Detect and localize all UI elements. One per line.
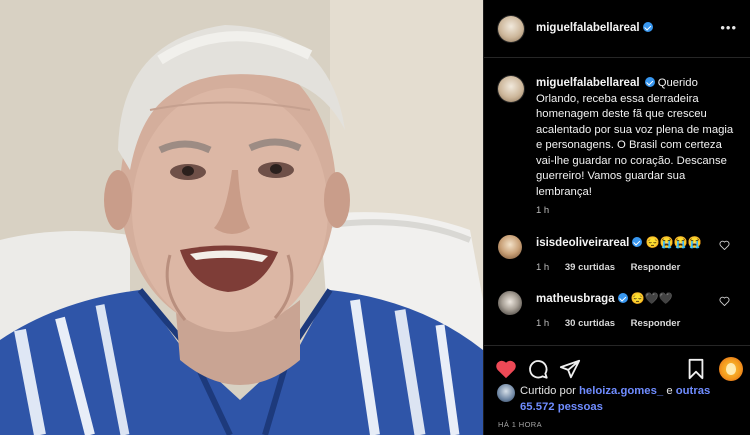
- comment-body: isisdeoliveirareal 😔😭😭😭: [536, 236, 702, 249]
- caption: miguelfalabellareal Querido Orlando, rec…: [536, 76, 736, 200]
- comment-likes[interactable]: 30 curtidas: [565, 318, 615, 329]
- caption-author-avatar[interactable]: [498, 76, 524, 102]
- comment-likes[interactable]: 39 curtidas: [565, 262, 615, 273]
- more-icon[interactable]: •••: [720, 21, 737, 34]
- likes-summary: Curtido por heloiza.gomes_ e outras 65.5…: [520, 384, 745, 415]
- comment-body: matheusbraga 😔🖤🖤: [536, 292, 673, 305]
- comment-author[interactable]: isisdeoliveirareal: [536, 237, 629, 249]
- caption-author[interactable]: miguelfalabellareal: [536, 77, 640, 89]
- post-panel: miguelfalabellareal ••• miguelfalabellar…: [483, 0, 750, 435]
- likes-prefix: Curtido por: [520, 385, 576, 397]
- reply-button[interactable]: Responder: [631, 262, 681, 273]
- post-time[interactable]: HÁ 1 HORA: [498, 420, 542, 429]
- comment-text: 😔😭😭😭: [645, 237, 702, 249]
- commenter-avatar[interactable]: [498, 291, 522, 315]
- comment-like-heart-icon[interactable]: [719, 296, 730, 306]
- author-username[interactable]: miguelfalabellareal: [536, 22, 640, 34]
- verified-icon: [642, 22, 653, 32]
- comment-time[interactable]: 1 h: [536, 318, 549, 329]
- verified-icon: [632, 237, 643, 247]
- likes-joiner: e: [666, 385, 673, 397]
- bookmark-icon[interactable]: [685, 358, 707, 380]
- post-header: miguelfalabellareal •••: [484, 0, 750, 58]
- elderly-man-photo: [0, 0, 483, 435]
- reply-button[interactable]: Responder: [631, 318, 681, 329]
- sticker-icon[interactable]: [719, 357, 743, 381]
- comment-text: 😔🖤🖤: [630, 293, 673, 305]
- comment-like-heart-icon[interactable]: [719, 240, 730, 250]
- comment-time[interactable]: 1 h: [536, 262, 549, 273]
- heart-icon[interactable]: [495, 358, 517, 380]
- comment-icon[interactable]: [527, 358, 549, 380]
- comment-meta: 1 h 30 curtidas Responder: [536, 318, 693, 329]
- verified-icon: [644, 77, 655, 87]
- comment-author[interactable]: matheusbraga: [536, 293, 615, 305]
- author-username-row[interactable]: miguelfalabellareal: [536, 22, 653, 34]
- liker-avatar[interactable]: [497, 384, 515, 402]
- author-avatar[interactable]: [498, 16, 524, 42]
- commenter-avatar[interactable]: [498, 235, 522, 259]
- caption-text: Querido Orlando, receba essa derradeira …: [536, 77, 734, 198]
- post-photo[interactable]: [0, 0, 483, 435]
- liker-username[interactable]: heloiza.gomes_: [579, 385, 663, 397]
- caption-time[interactable]: 1 h: [536, 205, 549, 216]
- share-icon[interactable]: [559, 358, 581, 380]
- comment-meta: 1 h 39 curtidas Responder: [536, 262, 693, 273]
- verified-icon: [617, 293, 628, 303]
